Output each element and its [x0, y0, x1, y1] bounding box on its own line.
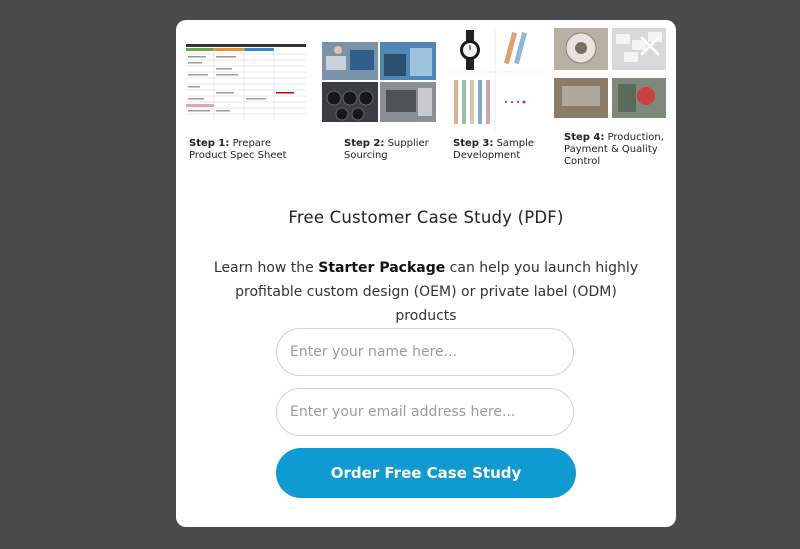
case-study-modal: Step 1: Prepare Product Spec Sheet Step …: [176, 20, 676, 527]
modal-description: Learn how the Starter Package can help y…: [213, 260, 639, 324]
step-2-caption: Step 2: Supplier Sourcing: [344, 138, 429, 161]
step-3-caption: Step 3: Sample Development: [453, 138, 535, 161]
close-icon[interactable]: [638, 34, 662, 58]
email-input[interactable]: [276, 388, 574, 436]
name-input[interactable]: [276, 328, 574, 376]
supplier-sourcing-image: [320, 40, 438, 124]
spec-sheet-image: [184, 42, 308, 122]
step-4-caption: Step 4: Production, Payment & Quality Co…: [564, 132, 664, 167]
order-case-study-button[interactable]: Order Free Case Study: [276, 448, 576, 498]
step-1-caption: Step 1: Prepare Product Spec Sheet: [189, 138, 287, 161]
modal-title: Free Customer Case Study (PDF): [288, 208, 564, 227]
process-steps: Step 1: Prepare Product Spec Sheet Step …: [176, 20, 676, 190]
sample-development-image: [446, 28, 544, 132]
